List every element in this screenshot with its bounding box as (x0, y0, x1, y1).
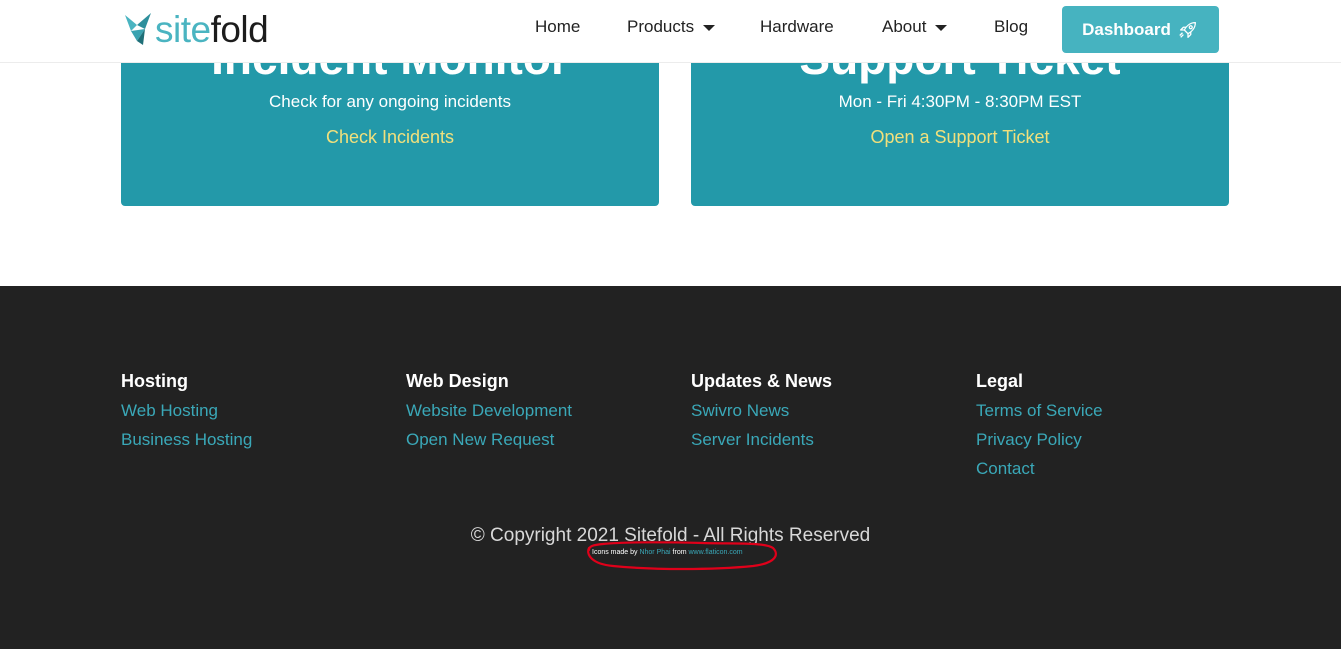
open-support-ticket-link[interactable]: Open a Support Ticket (691, 127, 1229, 148)
footer-link-privacy-policy[interactable]: Privacy Policy (976, 430, 1103, 459)
logo-wordmark: sitefold (155, 8, 269, 50)
footer-column-legal: Legal Terms of Service Privacy Policy Co… (976, 371, 1103, 488)
nav-about[interactable]: About (882, 17, 948, 37)
footer-link-server-incidents[interactable]: Server Incidents (691, 430, 832, 459)
footer-column-updates-news: Updates & News Swivro News Server Incide… (691, 371, 832, 459)
check-incidents-link[interactable]: Check Incidents (121, 127, 659, 148)
card-description: Mon - Fri 4:30PM - 8:30PM EST (838, 92, 1082, 111)
nav-hardware[interactable]: Hardware (760, 17, 834, 37)
footer-column-web-design: Web Design Website Development Open New … (406, 371, 572, 459)
footer-link-business-hosting[interactable]: Business Hosting (121, 430, 252, 459)
nav-home[interactable]: Home (535, 17, 580, 37)
nav-about-label: About (882, 17, 927, 36)
nav-blog[interactable]: Blog (994, 17, 1028, 37)
rocket-icon (1179, 21, 1196, 38)
footer-heading: Legal (976, 371, 1024, 391)
footer-link-contact[interactable]: Contact (976, 459, 1103, 488)
origami-bird-icon (125, 13, 151, 45)
navbar: sitefold Home Products Hardware About Bl… (0, 0, 1341, 63)
card-description: Check for any ongoing incidents (269, 92, 511, 111)
nav-products[interactable]: Products (627, 17, 716, 37)
dashboard-button[interactable]: Dashboard (1062, 6, 1219, 53)
annotation-circle (587, 541, 777, 571)
footer-heading: Hosting (121, 371, 188, 391)
caret-down-icon (935, 25, 948, 31)
logo-fold-text: fold (210, 8, 269, 50)
footer-heading: Web Design (406, 371, 509, 391)
caret-down-icon (703, 25, 716, 31)
footer-link-swivro-news[interactable]: Swivro News (691, 401, 832, 430)
dashboard-label: Dashboard (1082, 19, 1171, 39)
nav-home-label: Home (535, 17, 581, 36)
footer-column-hosting: Hosting Web Hosting Business Hosting (121, 371, 252, 459)
nav-hardware-label: Hardware (760, 17, 834, 36)
footer-link-terms-of-service[interactable]: Terms of Service (976, 401, 1103, 430)
nav-products-label: Products (627, 17, 695, 36)
footer-link-open-new-request[interactable]: Open New Request (406, 430, 572, 459)
footer: Hosting Web Hosting Business Hosting Web… (0, 286, 1341, 649)
footer-link-web-hosting[interactable]: Web Hosting (121, 401, 252, 430)
footer-link-website-development[interactable]: Website Development (406, 401, 572, 430)
logo[interactable]: sitefold (123, 8, 269, 50)
nav-blog-label: Blog (994, 17, 1029, 36)
footer-heading: Updates & News (691, 371, 833, 391)
logo-site-text: site (155, 8, 211, 50)
